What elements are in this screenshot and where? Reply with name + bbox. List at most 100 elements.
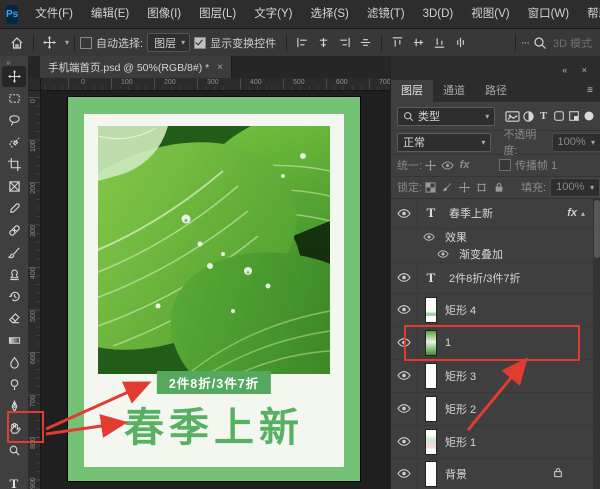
layer-row-text-headline[interactable]: T 春季上新 fx ▴ [391, 198, 593, 229]
collapse-effects-icon[interactable]: ▴ [581, 209, 585, 218]
layer-effects-fx-badge[interactable]: fx [567, 207, 577, 219]
tab-channels[interactable]: 通道 [433, 80, 475, 102]
unify-position-icon[interactable] [422, 160, 439, 171]
layer-row-image-1[interactable]: 1 [391, 326, 593, 360]
unify-visibility-icon[interactable] [439, 161, 456, 170]
menu-layer[interactable]: 图层(L) [190, 0, 245, 28]
crop-tool[interactable] [2, 154, 26, 175]
lock-all-icon[interactable] [490, 182, 507, 193]
show-transform-checkbox[interactable] [194, 37, 206, 49]
propagate-frame-checkbox[interactable] [499, 159, 511, 171]
visibility-eye-icon[interactable] [391, 198, 418, 228]
visibility-eye-icon[interactable] [391, 245, 453, 262]
collapse-panel-icon[interactable]: « × [562, 65, 593, 75]
menu-select[interactable]: 选择(S) [302, 0, 358, 28]
visibility-eye-icon[interactable] [391, 425, 418, 458]
workspace-mode-label[interactable]: 3D 模式 [553, 35, 592, 51]
align-right-icon[interactable] [334, 36, 355, 49]
layer-row-rect4[interactable]: 矩形 4 [391, 293, 593, 327]
tab-close-icon[interactable]: × [217, 62, 223, 73]
type-tool[interactable]: T [2, 473, 26, 489]
healing-brush-tool[interactable] [2, 220, 26, 241]
gradient-overlay-label: 渐变叠加 [459, 246, 503, 262]
tab-layers[interactable]: 图层 [391, 80, 433, 102]
eyedropper-tool[interactable] [2, 198, 26, 219]
layer-row-rect2[interactable]: 矩形 2 [391, 392, 593, 426]
distribute-v-icon[interactable] [450, 36, 471, 49]
align-top-icon[interactable] [387, 36, 408, 49]
filter-pixel-layers-icon[interactable] [505, 110, 520, 123]
lock-image-icon[interactable] [439, 182, 456, 193]
align-center-v-icon[interactable] [408, 36, 429, 49]
menu-3d[interactable]: 3D(D) [414, 0, 463, 28]
align-bottom-icon[interactable] [429, 36, 450, 49]
filter-smart-objects-icon[interactable] [566, 110, 581, 122]
unify-style-icon[interactable]: fx [456, 159, 473, 171]
search-icon[interactable] [529, 36, 551, 50]
menu-window[interactable]: 窗口(W) [519, 0, 579, 28]
menu-help[interactable]: 帮助(H) [578, 0, 600, 28]
visibility-eye-icon[interactable] [391, 262, 418, 293]
gradient-tool[interactable] [2, 330, 26, 351]
tab-paths[interactable]: 路径 [475, 80, 517, 102]
menu-file[interactable]: 文件(F) [26, 0, 82, 28]
menu-image[interactable]: 图像(I) [138, 0, 190, 28]
clone-stamp-tool[interactable] [2, 264, 26, 285]
chevron-down-icon[interactable]: ▾ [65, 38, 69, 47]
menu-filter[interactable]: 滤镜(T) [358, 0, 414, 28]
auto-select-checkbox[interactable] [80, 37, 92, 49]
align-center-h-icon[interactable] [313, 36, 334, 49]
visibility-eye-icon[interactable] [391, 326, 418, 359]
layer-row-rect3[interactable]: 矩形 3 [391, 359, 593, 393]
lock-position-icon[interactable] [456, 182, 473, 193]
opacity-value[interactable]: 100%▾ [552, 133, 600, 152]
filter-adjustment-layers-icon[interactable] [521, 110, 536, 123]
blend-mode-dropdown[interactable]: 正常▾ [397, 133, 491, 152]
visibility-eye-icon[interactable] [391, 359, 418, 392]
layer-row-effects[interactable]: 效果 [391, 228, 593, 245]
menu-type[interactable]: 文字(Y) [245, 0, 301, 28]
frame-tool[interactable] [2, 176, 26, 197]
lock-transparent-icon[interactable] [422, 182, 439, 193]
canvas-area[interactable]: 0 100 200 300 400 500 600 700 0 100 200 … [28, 78, 390, 489]
hand-tool[interactable] [2, 418, 26, 439]
menu-edit[interactable]: 编辑(E) [82, 0, 138, 28]
visibility-eye-icon[interactable] [391, 293, 418, 326]
visibility-eye-icon[interactable] [391, 392, 418, 425]
move-tool[interactable] [2, 66, 26, 87]
filter-type-dropdown[interactable]: 类型 ▾ [397, 107, 495, 126]
document-tab[interactable]: 手机端首页.psd @ 50%(RGB/8#) * × [40, 56, 232, 78]
filter-type-layers-icon[interactable]: T [536, 110, 551, 122]
eraser-tool[interactable] [2, 308, 26, 329]
brush-tool[interactable] [2, 242, 26, 263]
layer-row-gradient-overlay[interactable]: 渐变叠加 [391, 245, 593, 263]
zoom-tool[interactable] [2, 440, 26, 461]
lock-artboard-icon[interactable] [473, 182, 490, 193]
visibility-eye-icon[interactable] [391, 228, 439, 245]
dodge-tool[interactable] [2, 374, 26, 395]
history-brush-tool[interactable] [2, 286, 26, 307]
visibility-eye-icon[interactable] [391, 458, 418, 489]
marquee-tool[interactable] [2, 88, 26, 109]
layer-row-text-discount[interactable]: T 2件8折/3件7折 [391, 262, 593, 294]
quick-select-tool[interactable] [2, 132, 26, 153]
more-options-icon[interactable]: ··· [521, 37, 529, 49]
panel-tabs: 图层 通道 路径 ≡ [391, 78, 600, 102]
align-left-icon[interactable] [292, 36, 313, 49]
scrollbar-thumb[interactable] [594, 200, 600, 258]
home-icon[interactable] [6, 36, 28, 50]
layer-row-rect1[interactable]: 矩形 1 [391, 425, 593, 459]
fill-value[interactable]: 100%▾ [550, 178, 600, 197]
pen-tool[interactable] [2, 396, 26, 417]
distribute-h-icon[interactable] [355, 36, 376, 49]
panel-menu-icon[interactable]: ≡ [587, 80, 593, 102]
lasso-tool[interactable] [2, 110, 26, 131]
layer-row-background[interactable]: 背景 [391, 458, 593, 489]
move-tool-icon[interactable] [39, 36, 60, 49]
panel-scrollbar[interactable] [593, 198, 600, 489]
filter-toggle-icon[interactable] [582, 111, 597, 121]
blur-tool[interactable] [2, 352, 26, 373]
filter-shape-layers-icon[interactable] [551, 110, 566, 122]
menu-view[interactable]: 视图(V) [462, 0, 518, 28]
auto-select-target-dropdown[interactable]: 图层▾ [147, 33, 190, 52]
